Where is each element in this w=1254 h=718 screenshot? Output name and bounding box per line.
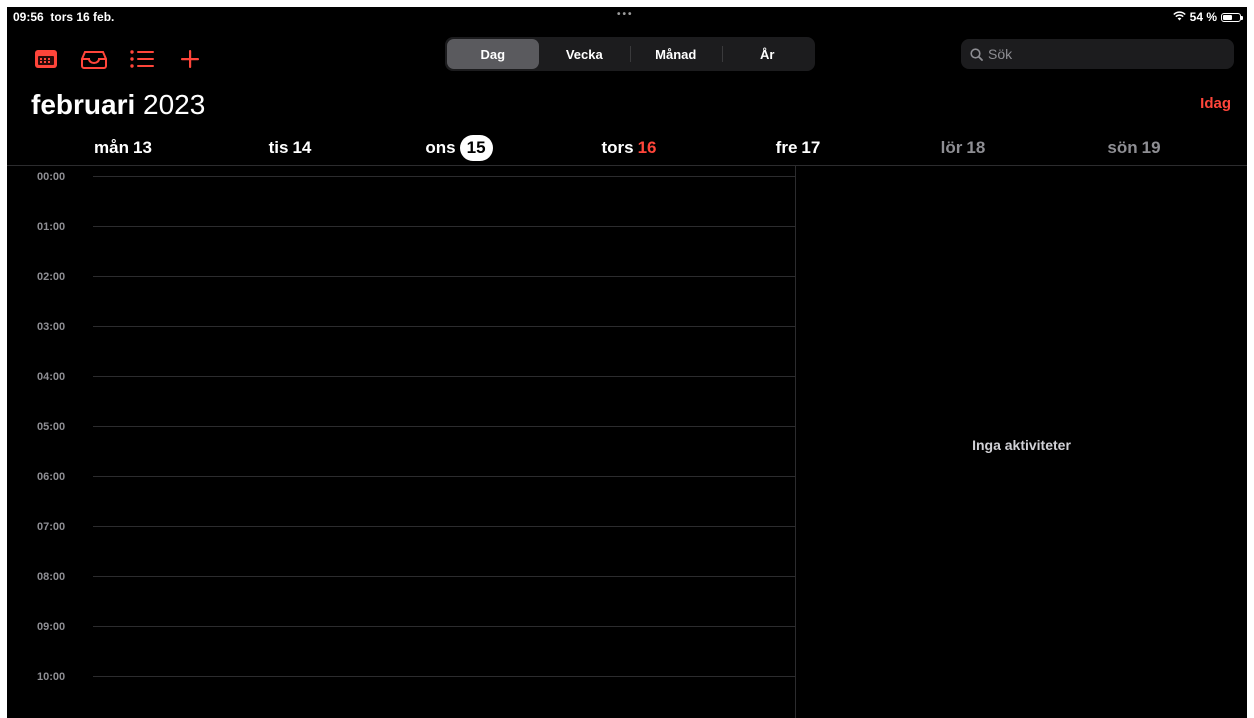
hour-line <box>93 226 795 227</box>
status-time: 09:56 <box>13 10 44 24</box>
calendar-icon[interactable] <box>31 44 61 74</box>
status-bar: 09:56 tors 16 feb. ••• 54 % <box>7 7 1247 29</box>
today-button[interactable]: Idag <box>1200 95 1231 112</box>
hour-line <box>93 626 795 627</box>
selected-day-number: 15 <box>459 135 493 161</box>
day-tue[interactable]: tis 14 <box>200 135 380 161</box>
day-name: tis <box>268 138 289 157</box>
battery-percent: 54 % <box>1189 10 1217 24</box>
hour-row: 07:00 <box>7 521 795 576</box>
wifi-icon <box>1172 10 1186 24</box>
status-right: 54 % <box>1172 10 1243 24</box>
hour-line <box>93 376 795 377</box>
hour-row: 08:00 <box>7 571 795 626</box>
toolbar-left <box>31 44 205 74</box>
hour-label: 01:00 <box>37 221 70 233</box>
view-week-tab[interactable]: Vecka <box>539 39 631 69</box>
hour-label: 04:00 <box>37 371 70 383</box>
day-mon[interactable]: mån 13 <box>33 135 213 161</box>
hour-label: 03:00 <box>37 321 70 333</box>
search-input[interactable]: Sök <box>961 39 1234 69</box>
hour-row: 05:00 <box>7 421 795 476</box>
hour-line <box>93 576 795 577</box>
day-name: lör <box>940 138 963 157</box>
search-icon <box>970 47 983 61</box>
today-day-number: 16 <box>637 138 657 157</box>
day-name: fre <box>775 138 798 157</box>
hour-label: 09:00 <box>37 621 70 633</box>
day-fri[interactable]: fre 17 <box>708 135 888 161</box>
view-day-tab[interactable]: Dag <box>447 39 539 69</box>
month-name: februari <box>31 89 136 120</box>
view-month-tab[interactable]: Månad <box>630 39 722 69</box>
hour-label: 02:00 <box>37 271 70 283</box>
hour-line <box>93 326 795 327</box>
page-title: februari 2023 <box>31 89 205 121</box>
multitask-dots[interactable]: ••• <box>617 9 634 20</box>
day-timeline[interactable]: 00:00 01:00 02:00 03:00 04:00 05:00 06:0… <box>7 166 795 718</box>
day-name: sön <box>1107 138 1138 157</box>
hour-line <box>93 476 795 477</box>
hour-row: 03:00 <box>7 321 795 376</box>
hour-label: 10:00 <box>37 671 70 683</box>
view-switcher: Dag Vecka Månad År <box>445 37 815 71</box>
hour-label: 00:00 <box>37 171 70 183</box>
day-name: mån <box>94 138 130 157</box>
hour-label: 06:00 <box>37 471 70 483</box>
day-sat[interactable]: lör 18 <box>873 135 1053 161</box>
hour-row: 02:00 <box>7 271 795 326</box>
day-name: ons <box>425 138 456 157</box>
hour-row: 04:00 <box>7 371 795 426</box>
hour-row: 00:00 <box>7 171 795 226</box>
hour-row: 01:00 <box>7 221 795 276</box>
list-icon[interactable] <box>127 44 157 74</box>
inbox-icon[interactable] <box>79 44 109 74</box>
hour-line <box>93 276 795 277</box>
hour-row: 10:00 <box>7 671 795 718</box>
no-events-message: Inga aktiviteter <box>972 437 1071 453</box>
plus-icon[interactable] <box>175 44 205 74</box>
hour-line <box>93 426 795 427</box>
day-number: 13 <box>133 138 152 157</box>
day-thu-today[interactable]: tors 16 <box>539 135 719 161</box>
hour-line <box>93 526 795 527</box>
day-wed-selected[interactable]: ons 15 <box>369 135 549 161</box>
day-number: 14 <box>292 138 312 157</box>
calendar-app: 09:56 tors 16 feb. ••• 54 % Dag Vecka Må… <box>7 7 1247 718</box>
status-date: tors 16 feb. <box>50 10 115 24</box>
year: 2023 <box>143 89 206 120</box>
search-placeholder: Sök <box>988 46 1013 62</box>
day-number: 18 <box>966 138 986 157</box>
view-year-tab[interactable]: År <box>721 39 814 69</box>
day-name: tors <box>601 138 634 157</box>
status-time-date: 09:56 tors 16 feb. <box>13 10 114 24</box>
battery-icon <box>1221 12 1243 22</box>
hour-label: 07:00 <box>37 521 70 533</box>
battery-fill <box>1223 14 1232 20</box>
day-number: 17 <box>801 138 821 157</box>
hour-row: 09:00 <box>7 621 795 676</box>
day-sun[interactable]: sön 19 <box>1044 135 1224 161</box>
week-day-row: mån 13 tis 14 ons 15 tors 16 fre 17 lör 18 sön… <box>7 135 1247 165</box>
hour-row: 06:00 <box>7 471 795 526</box>
hour-label: 05:00 <box>37 421 70 433</box>
day-number: 19 <box>1141 138 1161 157</box>
hour-line <box>93 176 795 177</box>
hour-line <box>93 676 795 677</box>
hour-label: 08:00 <box>37 571 70 583</box>
